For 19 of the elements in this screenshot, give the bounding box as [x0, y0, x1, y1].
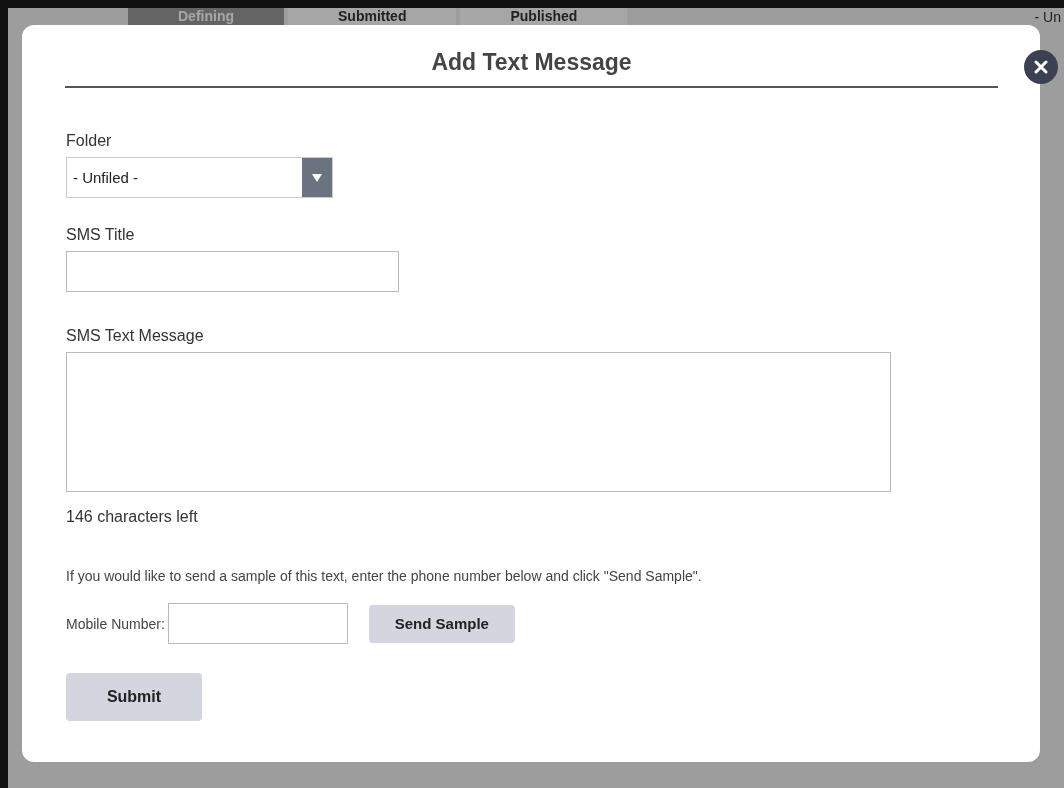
field-label: SMS Text Message	[66, 326, 204, 346]
caret-icon	[312, 173, 322, 182]
instructions-text: If you would like to send a sample of this text, enter the phone number below and click "Send Sample".	[66, 568, 702, 584]
folder-select[interactable]: - Unfiled -	[66, 157, 333, 198]
field-label: SMS Title	[66, 225, 135, 245]
filter-text: - Un	[1034, 8, 1061, 25]
title-input[interactable]	[66, 251, 399, 292]
mobile-number-input[interactable]	[167, 603, 348, 644]
dialog-title: Add Text Message	[430, 48, 633, 77]
close-icon	[1034, 60, 1048, 74]
send-sample-button[interactable]: Send Sample	[368, 604, 515, 643]
submit-button[interactable]: Submit	[66, 673, 202, 721]
message-textarea[interactable]	[66, 352, 891, 492]
status-tab[interactable]: Published	[460, 8, 628, 25]
character-counter: 146 characters left	[66, 508, 198, 526]
close-button[interactable]	[1024, 50, 1058, 84]
field-label: Folder	[66, 131, 112, 151]
status-tab[interactable]: Submitted	[288, 8, 457, 25]
field-label: Mobile Number:	[66, 615, 165, 632]
